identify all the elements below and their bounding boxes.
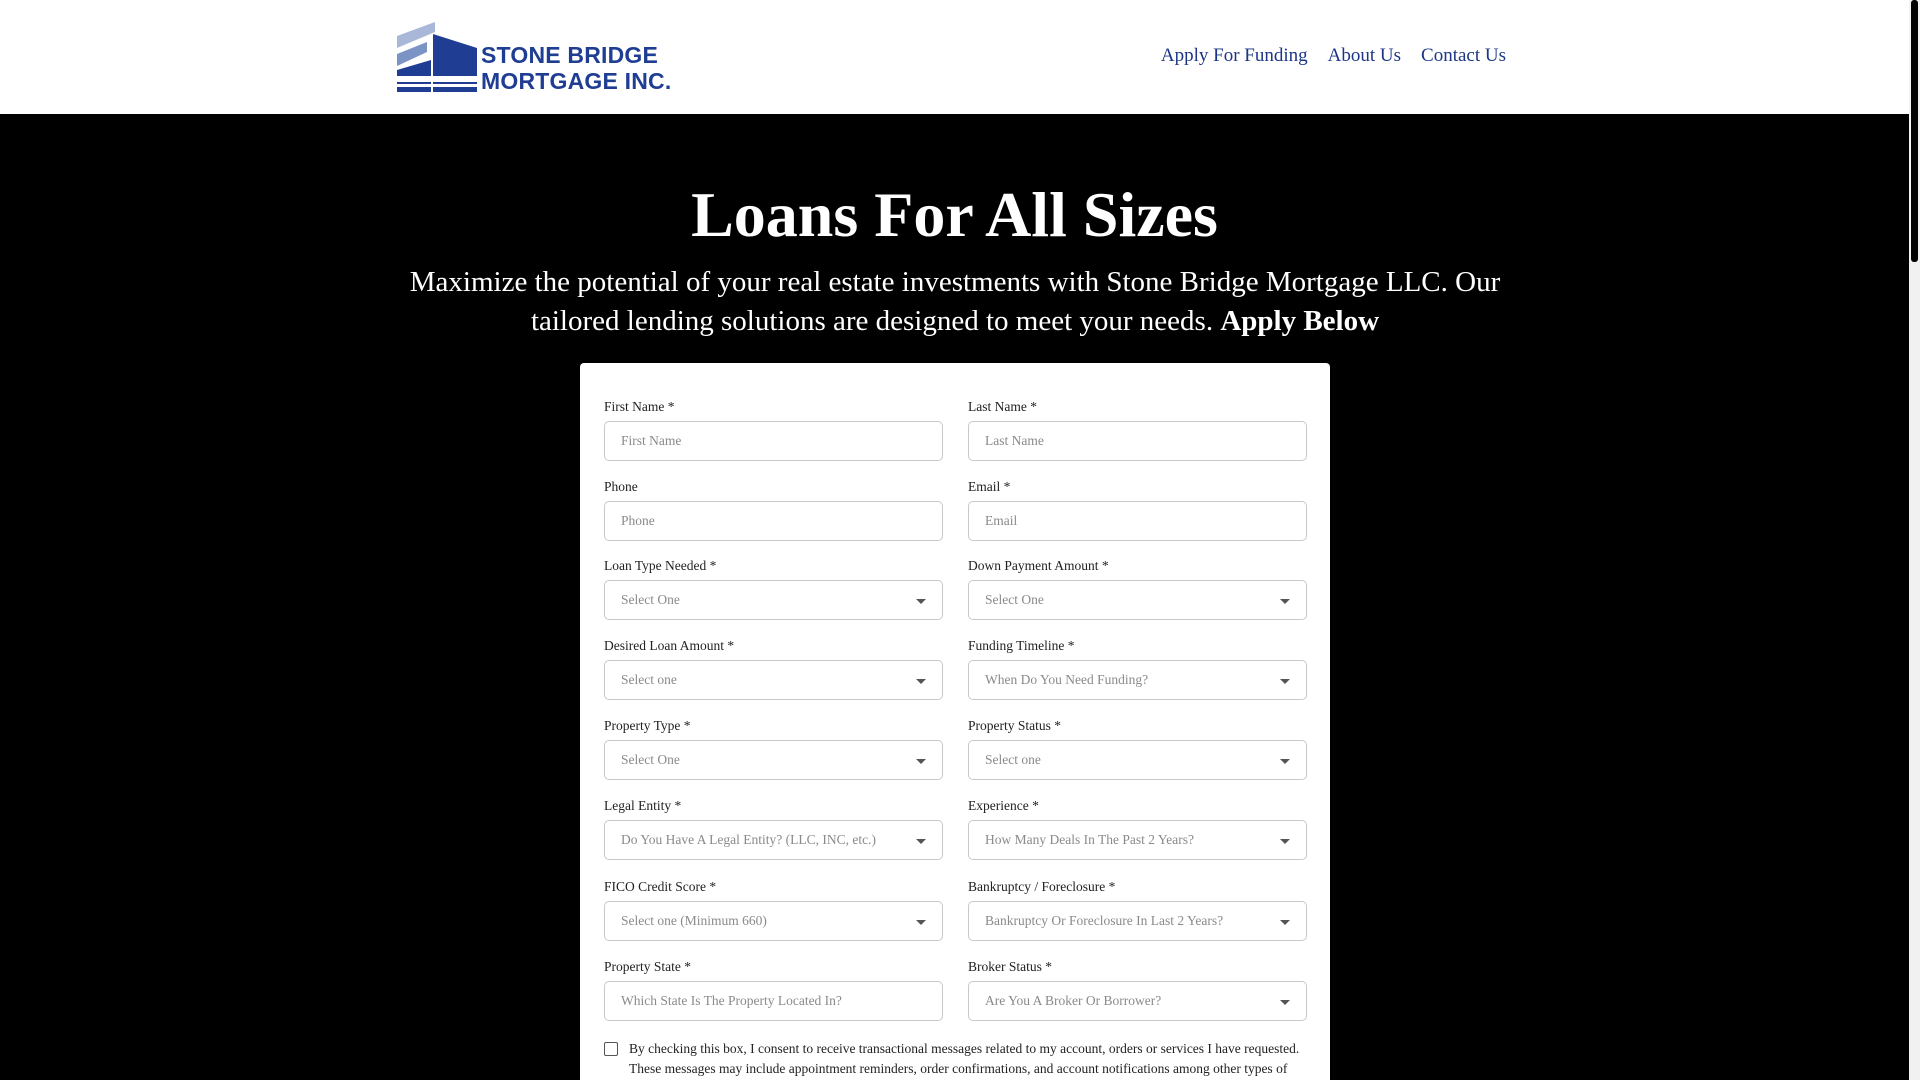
email-input[interactable]: [969, 502, 1306, 540]
nav-about-us[interactable]: About Us: [1328, 45, 1401, 67]
nav-contact-us[interactable]: Contact Us: [1421, 45, 1506, 67]
property-type-label: Property Type *: [604, 718, 691, 733]
logo-wordmark: STONE BRIDGE MORTGAGE INC.: [481, 42, 671, 94]
first-name-label: First Name *: [604, 399, 675, 414]
page-scrollbar[interactable]: [1909, 0, 1920, 1080]
dropdown-caret-icon: [1280, 839, 1290, 844]
property-status-value: Select one: [985, 752, 1041, 767]
desired-loan-select[interactable]: Select one: [604, 660, 943, 700]
dropdown-caret-icon: [1280, 920, 1290, 925]
down-payment-value: Select One: [985, 592, 1044, 607]
down-payment-label: Down Payment Amount *: [968, 558, 1109, 573]
desired-loan-value: Select one: [621, 672, 677, 687]
dropdown-caret-icon: [916, 679, 926, 684]
last-name-box: [968, 421, 1307, 461]
email-group: Email *: [968, 479, 1307, 541]
bankruptcy-select[interactable]: Bankruptcy Or Foreclosure In Last 2 Year…: [968, 901, 1307, 941]
loan-type-value: Select One: [621, 592, 680, 607]
loan-type-label: Loan Type Needed *: [604, 558, 717, 573]
first-name-box: [604, 421, 943, 461]
last-name-group: Last Name *: [968, 399, 1307, 461]
email-box: [968, 501, 1307, 541]
first-name-group: First Name *: [604, 399, 943, 461]
hero-apply-below: Apply Below: [1220, 305, 1380, 337]
phone-box: [604, 501, 943, 541]
desired-loan-label: Desired Loan Amount *: [604, 638, 735, 653]
funding-timeline-group: Funding Timeline * When Do You Need Fund…: [968, 638, 1307, 700]
dropdown-caret-icon: [916, 920, 926, 925]
bankruptcy-label: Bankruptcy / Foreclosure *: [968, 879, 1116, 894]
down-payment-select[interactable]: Select One: [968, 580, 1307, 620]
property-state-label: Property State *: [604, 959, 691, 974]
property-type-select[interactable]: Select One: [604, 740, 943, 780]
broker-status-select[interactable]: Are You A Broker Or Borrower?: [968, 981, 1307, 1021]
legal-entity-label: Legal Entity *: [604, 798, 682, 813]
phone-label: Phone: [604, 479, 638, 494]
property-status-label: Property Status *: [968, 718, 1061, 733]
loan-type-select[interactable]: Select One: [604, 580, 943, 620]
fico-group: FICO Credit Score * Select one (Minimum …: [604, 879, 943, 941]
bankruptcy-value: Bankruptcy Or Foreclosure In Last 2 Year…: [985, 913, 1224, 928]
fico-value: Select one (Minimum 660): [621, 913, 767, 928]
funding-timeline-value: When Do You Need Funding?: [985, 672, 1149, 687]
funding-application-form: First Name * Last Name * Phone Email * L…: [580, 363, 1330, 1080]
consent-text: By checking this box, I consent to recei…: [629, 1041, 1300, 1076]
dropdown-caret-icon: [1280, 1000, 1290, 1005]
experience-value: How Many Deals In The Past 2 Years?: [985, 832, 1194, 847]
nav-apply-for-funding[interactable]: Apply For Funding: [1161, 45, 1308, 67]
bridge-logo-icon: [397, 22, 477, 92]
property-state-input[interactable]: [605, 982, 942, 1020]
dropdown-caret-icon: [916, 839, 926, 844]
broker-status-value: Are You A Broker Or Borrower?: [985, 993, 1162, 1008]
property-status-select[interactable]: Select one: [968, 740, 1307, 780]
phone-input[interactable]: [605, 502, 942, 540]
logo-line-2: MORTGAGE INC.: [481, 68, 672, 94]
phone-group: Phone: [604, 479, 943, 541]
dropdown-caret-icon: [916, 759, 926, 764]
email-label: Email *: [968, 479, 1011, 494]
property-status-group: Property Status * Select one: [968, 718, 1307, 780]
dropdown-caret-icon: [916, 599, 926, 604]
desired-loan-group: Desired Loan Amount * Select one: [604, 638, 943, 700]
dropdown-caret-icon: [1280, 679, 1290, 684]
fico-label: FICO Credit Score *: [604, 879, 717, 894]
first-name-input[interactable]: [605, 422, 942, 460]
legal-entity-value: Do You Have A Legal Entity? (LLC, INC, e…: [621, 832, 876, 847]
page: STONE BRIDGE MORTGAGE INC. Apply For Fun…: [0, 0, 1909, 1080]
experience-label: Experience *: [968, 798, 1039, 813]
last-name-input[interactable]: [969, 422, 1306, 460]
experience-group: Experience * How Many Deals In The Past …: [968, 798, 1307, 860]
hero-subtitle: Maximize the potential of your real esta…: [380, 263, 1530, 341]
dropdown-caret-icon: [1280, 599, 1290, 604]
bankruptcy-group: Bankruptcy / Foreclosure * Bankruptcy Or…: [968, 879, 1307, 941]
property-type-value: Select One: [621, 752, 680, 767]
property-state-group: Property State *: [604, 959, 943, 1021]
funding-timeline-label: Funding Timeline *: [968, 638, 1075, 653]
dropdown-caret-icon: [1280, 759, 1290, 764]
property-type-group: Property Type * Select One: [604, 718, 943, 780]
hero-title: Loans For All Sizes: [691, 179, 1218, 250]
broker-status-group: Broker Status * Are You A Broker Or Borr…: [968, 959, 1307, 1021]
legal-entity-group: Legal Entity * Do You Have A Legal Entit…: [604, 798, 943, 860]
logo-line-1: STONE BRIDGE: [481, 42, 659, 68]
last-name-label: Last Name *: [968, 399, 1037, 414]
experience-select[interactable]: How Many Deals In The Past 2 Years?: [968, 820, 1307, 860]
scrollbar-thumb[interactable]: [1911, 0, 1918, 262]
down-payment-group: Down Payment Amount * Select One: [968, 558, 1307, 620]
legal-entity-select[interactable]: Do You Have A Legal Entity? (LLC, INC, e…: [604, 820, 943, 860]
company-logo[interactable]: STONE BRIDGE MORTGAGE INC.: [397, 22, 671, 94]
consent-checkbox[interactable]: [604, 1042, 618, 1056]
main-nav: Apply For Funding About Us Contact Us: [1161, 45, 1506, 67]
fico-select[interactable]: Select one (Minimum 660): [604, 901, 943, 941]
site-header: STONE BRIDGE MORTGAGE INC. Apply For Fun…: [0, 0, 1909, 114]
loan-type-group: Loan Type Needed * Select One: [604, 558, 943, 620]
funding-timeline-select[interactable]: When Do You Need Funding?: [968, 660, 1307, 700]
broker-status-label: Broker Status *: [968, 959, 1052, 974]
property-state-box: [604, 981, 943, 1021]
